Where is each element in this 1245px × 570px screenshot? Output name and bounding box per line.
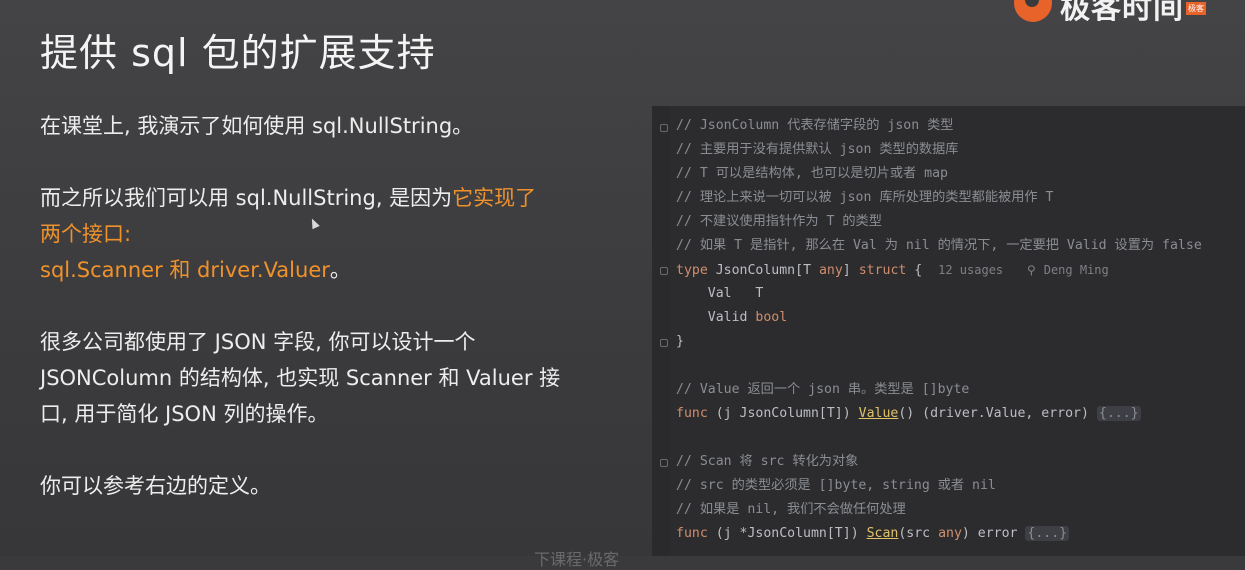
slide-body-text: 在课堂上, 我演示了如何使用 sql.NullString。 而之所以我们可以用… [40, 108, 630, 504]
fold-marker-icon[interactable] [660, 267, 668, 275]
footer-watermark: 下课程·极客 [534, 550, 620, 569]
code-brace: } [676, 334, 684, 349]
paragraph-2: 而之所以我们可以用 sql.NullString, 是因为它实现了 两个接口: … [40, 180, 630, 288]
paragraph-1: 在课堂上, 我演示了如何使用 sql.NullString。 [40, 114, 474, 138]
slide: 极客时间 极客 提供 sql 包的扩展支持 在课堂上, 我演示了如何使用 sql… [0, 0, 1245, 569]
folded-body: {...} [1025, 526, 1070, 541]
paragraph-2-end: 。 [329, 258, 351, 282]
code-comment: // 如果 T 是指针, 那么在 Val 为 nil 的情况下, 一定要把 Va… [676, 238, 1202, 253]
author-hint: Deng Ming [1043, 263, 1109, 277]
code-comment: // 如果是 nil, 我们不会做任何处理 [676, 502, 906, 517]
author-hint-icon: ⚲ [1026, 263, 1036, 277]
code-type-declaration: type JsonColumn[T any] struct { 12 usage… [676, 263, 1109, 278]
logo-icon [1014, 0, 1052, 22]
paragraph-4: 你可以参考右边的定义。 [40, 474, 271, 498]
fold-marker-icon[interactable] [660, 339, 668, 347]
logo-text: 极客时间 [1060, 0, 1184, 26]
paragraph-2-interfaces: sql.Scanner 和 driver.Valuer [40, 258, 330, 282]
fold-marker-icon[interactable] [660, 459, 668, 467]
code-comment: // 主要用于没有提供默认 json 类型的数据库 [676, 142, 959, 157]
paragraph-2-highlight-2: 两个接口: [40, 222, 132, 246]
editor-gutter [652, 106, 670, 556]
logo-badge: 极客 [1186, 1, 1206, 15]
code-comment: // 理论上来说一切可以被 json 库所处理的类型都能被用作 T [676, 190, 1054, 205]
paragraph-3: 很多公司都使用了 JSON 字段, 你可以设计一个 JSONColumn 的结构… [40, 324, 630, 432]
code-comment: // T 可以是结构体, 也可以是切片或者 map [676, 166, 948, 181]
paragraph-3-line-1: 很多公司都使用了 JSON 字段, 你可以设计一个 [40, 330, 476, 354]
slide-title: 提供 sql 包的扩展支持 [40, 31, 436, 75]
brand-logo: 极客时间 极客 [1014, 0, 1206, 26]
fold-marker-icon[interactable] [660, 124, 668, 132]
code-field: Val T [707, 286, 764, 301]
code-comment: // Scan 将 src 转化为对象 [676, 454, 859, 469]
code-editor[interactable]: // JsonColumn 代表存储字段的 json 类型 // 主要用于没有提… [652, 106, 1245, 556]
folded-body: {...} [1096, 406, 1141, 421]
code-comment: // JsonColumn 代表存储字段的 json 类型 [676, 118, 954, 133]
usages-hint: 12 usages [938, 263, 1004, 277]
code-comment: // src 的类型必须是 []byte, string 或者 nil [676, 478, 996, 493]
paragraph-3-line-3: 口, 用于简化 JSON 列的操作。 [40, 402, 329, 426]
code-method-scan[interactable]: func (j *JsonColumn[T]) Scan(src any) er… [676, 522, 1070, 546]
paragraph-2-highlight: 它实现了 [452, 186, 537, 210]
code-comment: // Value 返回一个 json 串。类型是 []byte [676, 382, 970, 397]
code-field: Valid bool [707, 310, 788, 325]
paragraph-3-line-2: JSONColumn 的结构体, 也实现 Scanner 和 Valuer 接 [40, 366, 561, 390]
paragraph-2-text: 而之所以我们可以用 sql.NullString, 是因为 [40, 186, 453, 210]
code-comment: // 不建议使用指针作为 T 的类型 [676, 214, 882, 229]
code-method-value[interactable]: func (j JsonColumn[T]) Value() (driver.V… [676, 402, 1141, 426]
